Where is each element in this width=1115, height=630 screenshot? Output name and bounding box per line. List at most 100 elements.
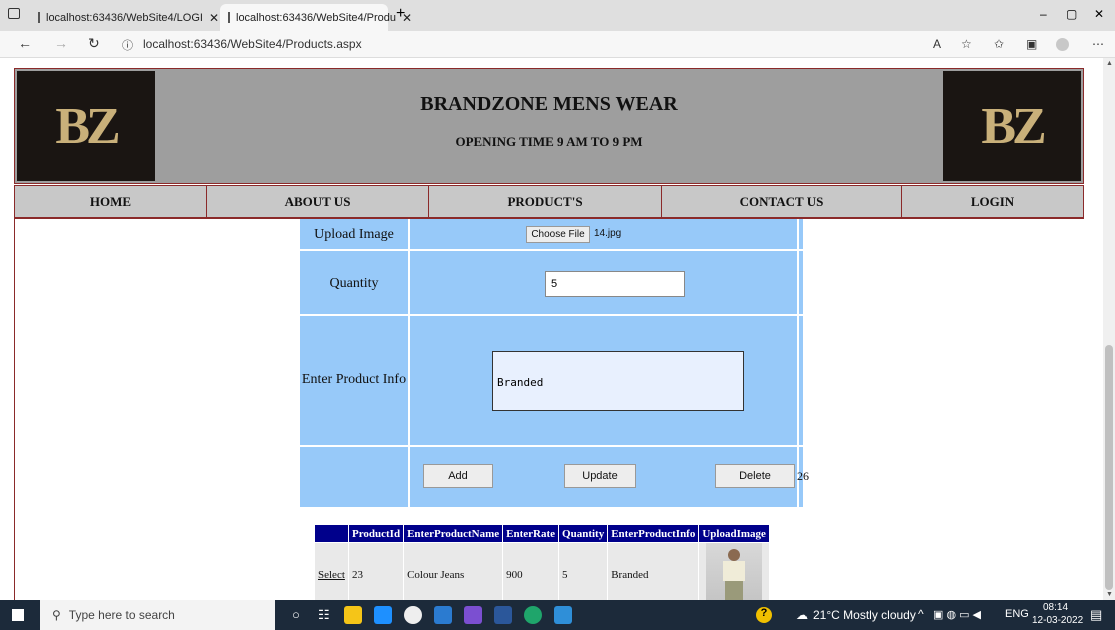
windows-start-icon[interactable] xyxy=(12,609,24,621)
nav-home[interactable]: HOME xyxy=(15,186,207,217)
scroll-down-icon[interactable]: ▼ xyxy=(1106,591,1113,598)
main-navigation: HOME ABOUT US PRODUCT'S CONTACT US LOGIN xyxy=(14,185,1084,218)
jeans-shape xyxy=(725,581,744,600)
delete-button[interactable]: Delete xyxy=(715,464,795,488)
update-button[interactable]: Update xyxy=(564,464,636,488)
help-icon[interactable]: ? xyxy=(756,607,772,623)
product-form: Upload Image Choose File 14.jpg Quantity… xyxy=(300,219,809,507)
quantity-label: Quantity xyxy=(329,276,379,291)
word-icon[interactable] xyxy=(494,606,512,624)
grid-header xyxy=(314,524,349,543)
task-view-icon[interactable]: ○ xyxy=(292,607,300,622)
add-button[interactable]: Add xyxy=(423,464,493,488)
brand-logo-left: BZ xyxy=(17,71,155,181)
infinity-app-icon[interactable] xyxy=(464,606,482,624)
favorite-icon[interactable]: ☆ xyxy=(961,37,972,51)
grid-header-row: ProductId EnterProductName EnterRate Qua… xyxy=(314,524,770,543)
nav-contact-us[interactable]: CONTACT US xyxy=(662,186,902,217)
mail-icon[interactable] xyxy=(374,606,392,624)
opening-time: OPENING TIME 9 AM TO 9 PM xyxy=(455,134,643,149)
weather-text[interactable]: 21°C Mostly cloudy xyxy=(813,608,916,622)
page-content: BZ BRANDZONE MENS WEAR OPENING TIME 9 AM… xyxy=(0,58,1115,600)
tab-title: localhost:63436/WebSite4/LOGI xyxy=(46,11,203,24)
search-placeholder: Type here to search xyxy=(68,608,175,622)
page-icon xyxy=(38,12,40,23)
grid-header: EnterRate xyxy=(502,524,560,543)
shirt-shape xyxy=(723,561,746,581)
favorites-icon[interactable]: ✩ xyxy=(994,37,1004,51)
products-grid: ProductId EnterProductName EnterRate Qua… xyxy=(314,524,770,600)
cell-rate: 900 xyxy=(502,542,560,600)
divider xyxy=(300,445,803,447)
github-icon[interactable] xyxy=(404,606,422,624)
brand-logo-right: BZ xyxy=(943,71,1081,181)
notification-icon[interactable]: ▤ xyxy=(1090,607,1102,623)
nav-login[interactable]: LOGIN xyxy=(902,186,1083,217)
cell-product-info: Branded xyxy=(607,542,700,600)
profile-icon[interactable] xyxy=(1056,38,1069,51)
tab-products[interactable]: localhost:63436/WebSite4/Produ ✕ xyxy=(220,4,412,31)
page-scrollbar[interactable]: ▲ ▼ xyxy=(1103,58,1115,600)
nav-about-us[interactable]: ABOUT US xyxy=(207,186,429,217)
cell-product-name: Colour Jeans xyxy=(403,542,504,600)
taskbar-search[interactable]: ⚲ Type here to search xyxy=(40,600,275,630)
grid-header: UploadImage xyxy=(698,524,770,543)
divider xyxy=(408,219,410,507)
products-section: Upload Image Choose File 14.jpg Quantity… xyxy=(14,218,1084,600)
cell-upload-image xyxy=(698,542,770,600)
forward-icon[interactable]: → xyxy=(54,35,68,51)
cell-product-id: 23 xyxy=(347,542,405,600)
clock-date[interactable]: 12-03-2022 xyxy=(1032,615,1083,626)
tray-icons[interactable]: ▣ ◍ ▭ ◀ xyxy=(933,608,981,621)
cell-quantity: 5 xyxy=(558,542,609,600)
language-indicator[interactable]: ENG xyxy=(1005,608,1029,620)
choose-file-button[interactable]: Choose File xyxy=(526,226,590,243)
photos-icon[interactable] xyxy=(554,606,572,624)
widgets-icon[interactable]: ☷ xyxy=(318,607,330,623)
info-icon: ⓘ xyxy=(122,40,133,52)
site-title: BRANDZONE MENS WEAR xyxy=(420,93,678,115)
file-explorer-icon[interactable] xyxy=(344,606,362,624)
product-id-value: 26 xyxy=(797,469,809,483)
page-icon xyxy=(228,12,230,23)
tab-actions-icon[interactable] xyxy=(8,8,20,19)
show-hidden-icons[interactable]: ^ xyxy=(918,607,924,621)
new-tab-button[interactable]: + xyxy=(396,5,405,23)
collections-icon[interactable]: ▣ xyxy=(1026,37,1037,51)
grid-header: EnterProductInfo xyxy=(607,524,700,543)
person-silhouette xyxy=(728,549,741,561)
url-field[interactable]: localhost:63436/WebSite4/Products.aspx xyxy=(143,37,843,51)
divider xyxy=(797,219,799,507)
browser-tab-strip: localhost:63436/WebSite4/LOGI ✕ localhos… xyxy=(0,0,1115,31)
close-icon[interactable]: ✕ xyxy=(209,11,219,25)
file-name: 14.jpg xyxy=(594,228,622,239)
refresh-icon[interactable]: ↻ xyxy=(88,35,100,52)
table-row: Select 23 Colour Jeans 900 5 Branded xyxy=(314,542,770,600)
tab-title: localhost:63436/WebSite4/Produ xyxy=(236,11,397,24)
scroll-up-icon[interactable]: ▲ xyxy=(1106,60,1113,67)
visual-studio-code-icon[interactable] xyxy=(434,606,452,624)
back-icon[interactable]: ← xyxy=(18,35,32,51)
search-icon: ⚲ xyxy=(52,608,61,622)
minimize-button[interactable]: – xyxy=(1040,7,1047,21)
nav-products[interactable]: PRODUCT'S xyxy=(429,186,662,217)
clock-time[interactable]: 08:14 xyxy=(1043,602,1068,613)
tab-login[interactable]: localhost:63436/WebSite4/LOGI ✕ xyxy=(30,4,219,31)
grid-header: ProductId xyxy=(347,524,405,543)
grid-header: Quantity xyxy=(558,524,609,543)
grid-header: EnterProductName xyxy=(403,524,504,543)
product-info-input[interactable]: Branded xyxy=(492,351,744,411)
address-bar: ← → ↻ ⓘ localhost:63436/WebSite4/Product… xyxy=(0,31,1115,58)
divider xyxy=(300,314,803,316)
maximize-button[interactable]: ▢ xyxy=(1066,7,1077,21)
select-link[interactable]: Select xyxy=(314,542,349,600)
edge-icon[interactable] xyxy=(524,606,542,624)
scrollbar-thumb[interactable] xyxy=(1105,345,1113,590)
read-aloud-icon[interactable]: A xyxy=(933,37,941,51)
product-info-label: Enter Product Info xyxy=(301,372,407,387)
quantity-input[interactable] xyxy=(545,271,685,297)
divider xyxy=(300,249,803,251)
product-image xyxy=(706,543,763,600)
window-close-button[interactable]: ✕ xyxy=(1094,7,1104,21)
more-icon[interactable]: ⋯ xyxy=(1092,37,1104,51)
